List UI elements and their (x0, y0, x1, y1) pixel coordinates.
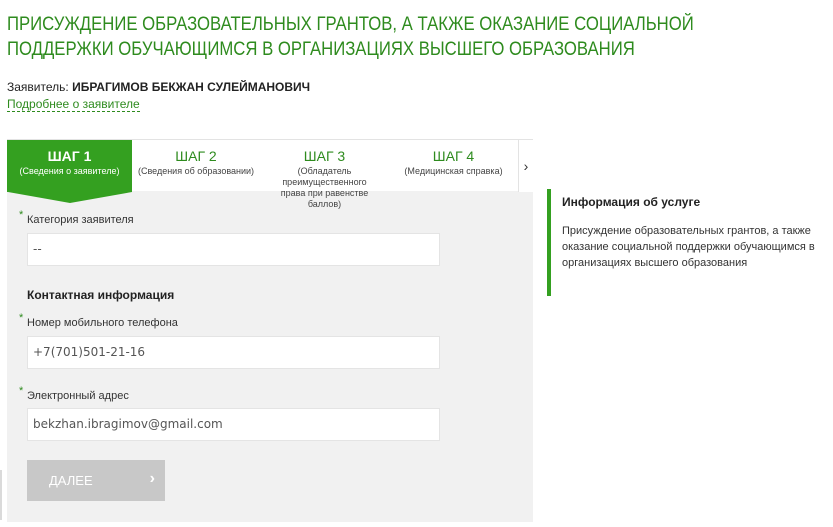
step-subtitle: (Сведения об образовании) (137, 166, 255, 176)
email-input[interactable]: bekzhan.ibragimov@gmail.com (27, 408, 440, 441)
application-wizard: ШАГ 1 (Сведения о заявителе) ШАГ 2 (Свед… (7, 139, 533, 522)
applicant-info: Заявитель: ИБРАГИМОВ БЕКЖАН СУЛЕЙМАНОВИЧ (7, 80, 310, 94)
step-subtitle: (Медицинская справка) (404, 166, 503, 176)
category-label: Категория заявителя (27, 214, 134, 226)
applicant-name: ИБРАГИМОВ БЕКЖАН СУЛЕЙМАНОВИЧ (72, 80, 311, 94)
required-mark: * (19, 209, 24, 221)
next-button-label: ДАЛЕЕ (49, 473, 93, 488)
step-tab-1[interactable]: ШАГ 1 (Сведения о заявителе) (7, 140, 132, 203)
category-select[interactable]: -- (27, 233, 440, 266)
service-info-text: Присуждение образовательных грантов, а т… (562, 225, 815, 269)
applicant-label: Заявитель: (7, 80, 69, 94)
service-info-panel: Информация об услуге Присуждение образов… (547, 189, 827, 296)
steps-nav: ШАГ 1 (Сведения о заявителе) ШАГ 2 (Свед… (7, 139, 533, 209)
contact-section-title: Контактная информация (27, 288, 175, 302)
email-label: Электронный адрес (27, 390, 129, 402)
chevron-right-icon: › (149, 470, 155, 487)
service-info-title: Информация об услуге (562, 195, 701, 209)
step-tab-4[interactable]: ШАГ 4 (Медицинская справка) (389, 140, 518, 192)
step-tab-3[interactable]: ШАГ 3 (Обладатель преимущественного прав… (260, 140, 389, 209)
step-title: ШАГ 3 (303, 148, 346, 164)
step-subtitle: (Сведения о заявителе) (19, 166, 120, 176)
steps-scroll-right-button[interactable]: › (518, 140, 533, 192)
step-title: ШАГ 1 (47, 148, 92, 164)
required-mark: * (19, 385, 24, 397)
step-title: ШАГ 4 (432, 148, 475, 164)
phone-input[interactable]: +7(701)501-21-16 (27, 336, 440, 369)
required-mark: * (19, 312, 24, 324)
page-edge-divider (0, 470, 2, 520)
step-tab-2[interactable]: ШАГ 2 (Сведения об образовании) (132, 140, 260, 192)
chevron-right-icon: › (523, 158, 529, 174)
next-button[interactable]: ДАЛЕЕ › (27, 460, 165, 501)
page-title: ПРИСУЖДЕНИЕ ОБРАЗОВАТЕЛЬНЫХ ГРАНТОВ, А Т… (7, 14, 694, 60)
phone-label: Номер мобильного телефона (27, 317, 178, 329)
step-subtitle: (Обладатель преимущественного права при … (280, 166, 369, 209)
applicant-details-link[interactable]: Подробнее о заявителе (7, 97, 140, 112)
step-title: ШАГ 2 (175, 148, 217, 164)
